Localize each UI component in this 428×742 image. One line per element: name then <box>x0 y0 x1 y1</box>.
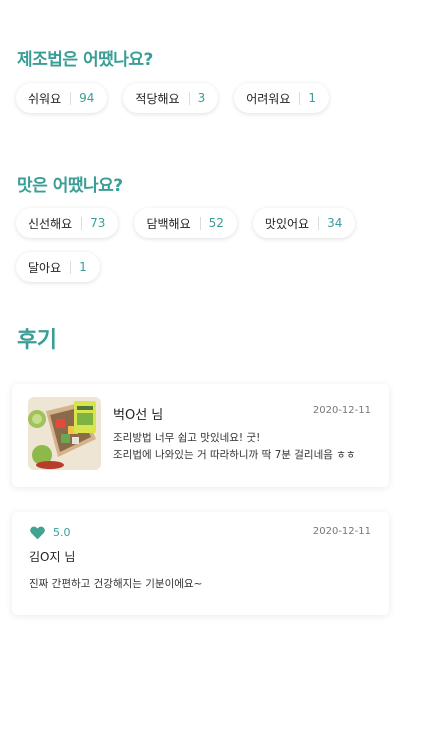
chip-count: 3 <box>197 91 206 105</box>
meal-kit-image <box>28 397 101 470</box>
review-date: 2020-12-11 <box>312 405 371 416</box>
chip-sweet[interactable]: 달아요 1 <box>16 252 100 282</box>
chip-label: 쉬워요 <box>28 91 62 106</box>
review-rating: 5.0 <box>53 526 71 539</box>
chip-light[interactable]: 담백해요 52 <box>134 208 237 238</box>
chip-easy[interactable]: 쉬워요 94 <box>16 83 108 113</box>
review-text-line: 조리법에 나와있는 거 따라하니까 딱 7분 걸리네음 ㅎㅎ <box>113 449 356 461</box>
chip-count: 52 <box>208 216 224 230</box>
taste-chip-row: 달아요 1 <box>16 252 100 282</box>
chip-label: 어려워요 <box>246 91 291 106</box>
recipe-section-title: 제조법은 어땠나요? <box>17 50 153 70</box>
chip-label: 맛있어요 <box>264 216 310 231</box>
chip-count: 73 <box>90 216 106 230</box>
chip-difficult[interactable]: 어려워요 1 <box>234 83 330 113</box>
chip-tasty[interactable]: 맛있어요 34 <box>252 208 356 238</box>
review-photo[interactable] <box>28 397 101 470</box>
chip-divider <box>188 91 190 105</box>
chip-fresh[interactable]: 신선해요 73 <box>16 208 119 238</box>
review-text-line: 조리방법 너무 쉽고 맛있네요! 굿! <box>113 432 261 444</box>
chip-divider <box>70 260 72 274</box>
reviews-section-title: 후기 <box>17 328 57 353</box>
chip-label: 신선해요 <box>28 216 73 231</box>
chip-count: 1 <box>79 260 87 274</box>
chip-divider <box>299 91 301 105</box>
chip-count: 94 <box>79 91 95 105</box>
review-text: 진짜 간편하고 건강해지는 기분이에요~ <box>29 578 203 590</box>
chip-label: 달아요 <box>28 260 62 275</box>
chip-divider <box>70 91 72 105</box>
taste-section-title: 맛은 어땠나요? <box>17 176 123 196</box>
recipe-chip-row: 쉬워요 94 적당해요 3 어려워요 1 <box>16 83 330 113</box>
review-author: 벅O선 님 <box>113 408 164 423</box>
chip-divider <box>318 216 320 230</box>
chip-label: 담백해요 <box>146 216 191 231</box>
review-author: 김O지 님 <box>29 550 76 564</box>
chip-count: 34 <box>327 216 343 230</box>
review-card[interactable]: 벅O선 님 2020-12-11 조리방법 너무 쉽고 맛있네요! 굿! 조리법… <box>12 384 389 487</box>
heart-icon <box>30 526 45 540</box>
chip-count: 1 <box>308 91 317 105</box>
review-card[interactable]: 5.0 2020-12-11 김O지 님 진짜 간편하고 건강해지는 기분이에요… <box>12 512 389 615</box>
chip-moderate[interactable]: 적당해요 3 <box>123 83 219 113</box>
chip-divider <box>199 216 201 230</box>
review-date: 2020-12-11 <box>312 526 371 537</box>
chip-divider <box>81 216 83 230</box>
taste-chip-row: 신선해요 73 담백해요 52 맛있어요 34 <box>16 208 356 238</box>
chip-label: 적당해요 <box>135 91 180 106</box>
review-text: 조리방법 너무 쉽고 맛있네요! 굿! 조리법에 나와있는 거 따라하니까 딱 … <box>113 430 356 464</box>
